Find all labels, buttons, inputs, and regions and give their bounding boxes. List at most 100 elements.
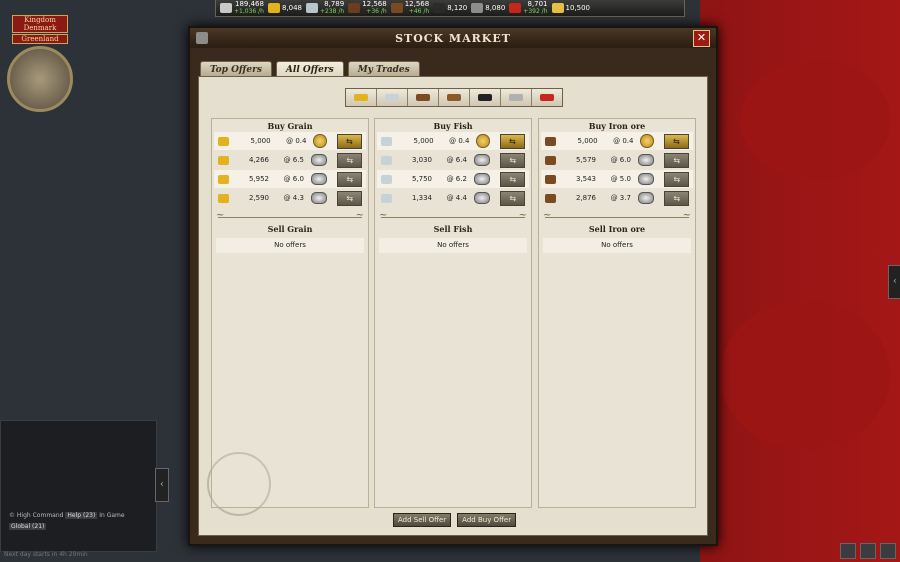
resource-item: 189,468 +1,036 /h: [220, 1, 264, 15]
filter-oil[interactable]: [532, 89, 562, 106]
pin-icon[interactable]: [196, 32, 208, 44]
chat-tab-global[interactable]: Global (21): [9, 523, 47, 530]
chat-collapse-icon[interactable]: ‹: [155, 468, 169, 502]
offer-price: @ 0.4: [286, 137, 307, 145]
chat-prefix: ©: [9, 512, 15, 519]
silver-coins-icon: [473, 154, 491, 166]
list-icon[interactable]: [860, 543, 876, 559]
region-label: Greenland: [12, 34, 68, 44]
offer-price: @ 6.5: [283, 156, 304, 164]
oil-icon: [540, 94, 554, 101]
resource-item: 12,568 +46 /h: [390, 0, 430, 15]
buy-title: Buy Iron ore: [588, 121, 646, 131]
offer-quantity: 5,000: [577, 137, 598, 145]
tab-my-trades[interactable]: My Trades: [347, 61, 420, 77]
silver-coins-icon: [637, 192, 655, 204]
buy-offer-button[interactable]: ⇆: [336, 133, 362, 149]
buy-offer-button[interactable]: ⇆: [499, 133, 525, 149]
resource-icon: [545, 155, 556, 165]
offer-row: 4,266 @ 6.5 ⇆: [214, 151, 366, 169]
resource-icon: [218, 174, 229, 184]
tab-top-offers[interactable]: Top Offers: [200, 61, 272, 77]
offer-quantity: 2,590: [248, 194, 269, 202]
leader-portrait[interactable]: [7, 46, 73, 112]
resource-item: 8,080: [471, 3, 505, 13]
buy-offer-button[interactable]: ⇆: [337, 190, 362, 206]
tab-bar: Top Offers All Offers My Trades: [200, 61, 420, 77]
buy-offer-button[interactable]: ⇆: [664, 152, 689, 168]
offer-price: @ 3.7: [610, 194, 631, 202]
close-button[interactable]: ✕: [693, 30, 710, 47]
iron-ore-icon: [416, 94, 430, 101]
silver-coins-icon: [473, 192, 491, 204]
stock-market-window: STOCK MARKET ✕ Top Offers All Offers My …: [188, 26, 718, 546]
offer-row: 5,579 @ 6.0 ⇆: [541, 151, 693, 169]
offer-price: @ 6.2: [446, 175, 467, 183]
filter-fish[interactable]: [377, 89, 408, 106]
add-sell-offer-button[interactable]: Add Sell Offer: [393, 513, 452, 527]
tab-all-offers[interactable]: All Offers: [275, 61, 344, 77]
coins-icon: [220, 3, 232, 13]
resource-item: 8,701 +392 /h: [509, 1, 548, 15]
resource-value: 10,500: [565, 3, 591, 12]
resource-value: 12,568: [404, 0, 430, 8]
sell-title: Sell Iron ore: [588, 224, 646, 234]
territory: [740, 60, 890, 180]
wood-icon: [390, 3, 403, 13]
offer-price: @ 6.4: [446, 156, 467, 164]
chat-tabs: © High Command Help (23) In Game: [9, 512, 125, 519]
add-buy-offer-button[interactable]: Add Buy Offer: [457, 513, 517, 527]
offer-quantity: 2,876: [575, 194, 596, 202]
fish-icon: [305, 3, 318, 13]
filter-wood[interactable]: [439, 89, 470, 106]
offer-row: 5,000 @ 0.4 ⇆: [377, 132, 529, 150]
chat-panel[interactable]: © High Command Help (23) In Game Global …: [0, 420, 157, 552]
resource-icon: [545, 193, 556, 203]
no-offers-text: No offers: [216, 238, 364, 253]
resource-icon: [381, 174, 392, 184]
chat-tab-in-game[interactable]: In Game: [99, 512, 124, 519]
right-panel-expand-icon[interactable]: ‹: [888, 265, 900, 299]
buy-offer-button[interactable]: ⇆: [500, 152, 525, 168]
resource-rate: +238 /h: [319, 8, 345, 15]
buy-offer-button[interactable]: ⇆: [664, 171, 689, 187]
filter-iron-ore[interactable]: [408, 89, 439, 106]
resource-icon: [218, 155, 229, 165]
offer-price: @ 5.0: [610, 175, 631, 183]
chat-tab-high-command[interactable]: High Command: [17, 512, 64, 519]
buy-offer-button[interactable]: ⇆: [664, 190, 689, 206]
filter-coal[interactable]: [470, 89, 501, 106]
offer-quantity: 1,334: [411, 194, 432, 202]
country-label: Kingdom Denmark: [12, 15, 68, 33]
resource-value: 12,568: [362, 0, 387, 8]
sell-title: Sell Grain: [267, 224, 313, 234]
window-titlebar[interactable]: STOCK MARKET ✕: [190, 28, 716, 48]
resource-filter: [345, 88, 563, 107]
resource-value: 8,120: [447, 3, 468, 12]
resource-item: 10,500: [551, 3, 591, 13]
refresh-icon[interactable]: [840, 543, 856, 559]
gold-coin-icon: [476, 134, 490, 148]
chat-tab-help[interactable]: Help (23): [65, 512, 98, 519]
buy-offer-button[interactable]: ⇆: [337, 152, 362, 168]
coal-icon: [433, 3, 446, 13]
filter-grain[interactable]: [346, 89, 377, 106]
market-column: Buy Grain 5,000 @ 0.4 ⇆ 4,266 @ 6.5 ⇆ 5,952 @ 6.…: [211, 118, 369, 508]
buy-offer-button[interactable]: ⇆: [663, 133, 689, 149]
filter-metal[interactable]: [501, 89, 532, 106]
menu-icon[interactable]: [880, 543, 896, 559]
player-profile[interactable]: Kingdom Denmark Greenland: [4, 14, 76, 112]
buy-offer-button[interactable]: ⇆: [500, 171, 525, 187]
buy-offer-button[interactable]: ⇆: [337, 171, 362, 187]
offer-row: 2,876 @ 3.7 ⇆: [541, 189, 693, 207]
gold-coin-icon: [640, 134, 654, 148]
grain-icon: [267, 3, 280, 13]
resource-icon: [545, 136, 557, 146]
buy-offer-button[interactable]: ⇆: [500, 190, 525, 206]
silver-coins-icon: [310, 173, 328, 185]
resource-value: 8,080: [485, 3, 506, 12]
buy-title: Buy Grain: [267, 121, 313, 131]
offer-price: @ 4.4: [446, 194, 467, 202]
resource-rate: +46 /h: [408, 8, 430, 15]
territory: [720, 300, 890, 450]
